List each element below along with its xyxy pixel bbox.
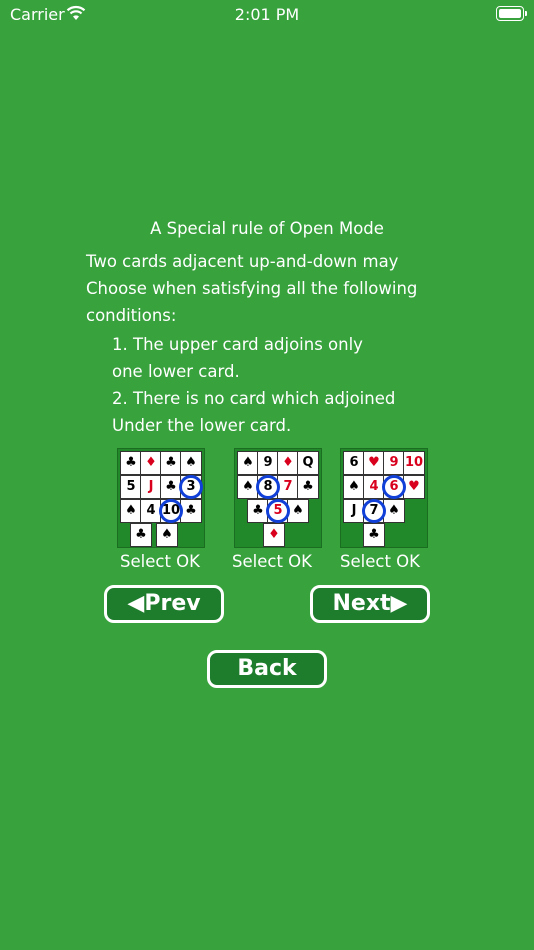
rule-line-2: Choose when satisfying all the following xyxy=(86,279,418,298)
example-caption-1: Select OK xyxy=(120,552,200,571)
prev-button-label: ◀Prev xyxy=(127,591,201,616)
next-button-label: Next▶ xyxy=(332,591,408,616)
example-card-image-2: ♠ 9 ♦ Q ♠ 8 7 ♣ ♣ 5 ♠ ♦ xyxy=(234,448,322,548)
rule-title: A Special rule of Open Mode xyxy=(150,219,384,238)
condition-1-line-2: one lower card. xyxy=(112,362,240,381)
selection-ring xyxy=(179,475,203,499)
condition-1-line-1: 1. The upper card adjoins only xyxy=(112,335,363,354)
selection-ring xyxy=(256,475,280,499)
next-button[interactable]: Next▶ xyxy=(310,585,430,623)
selection-ring xyxy=(382,475,406,499)
example-card-image-1: ♣ ♦ ♣ ♠ 5 J ♣ 3 ♠ 4 10 ♣ ♣ ♠ xyxy=(117,448,205,548)
rule-line-3: conditions: xyxy=(86,306,177,325)
example-caption-2: Select OK xyxy=(232,552,312,571)
back-button[interactable]: Back xyxy=(207,650,327,688)
prev-button[interactable]: ◀Prev xyxy=(104,585,224,623)
selection-ring xyxy=(362,499,386,523)
back-button-label: Back xyxy=(237,656,297,681)
condition-2-line-1: 2. There is no card which adjoined xyxy=(112,389,396,408)
example-caption-3: Select OK xyxy=(340,552,420,571)
rule-line-1: Two cards adjacent up-and-down may xyxy=(86,252,399,271)
clock: 2:01 PM xyxy=(234,5,300,24)
selection-ring xyxy=(266,499,290,523)
battery-icon xyxy=(496,6,527,21)
selection-ring xyxy=(159,499,183,523)
example-card-image-3: 6 ♥ 9 10 ♠ 4 6 ♥ J 7 ♠ ♣ xyxy=(340,448,428,548)
status-bar: Carrier 2:01 PM xyxy=(0,0,534,30)
condition-2-line-2: Under the lower card. xyxy=(112,416,292,435)
